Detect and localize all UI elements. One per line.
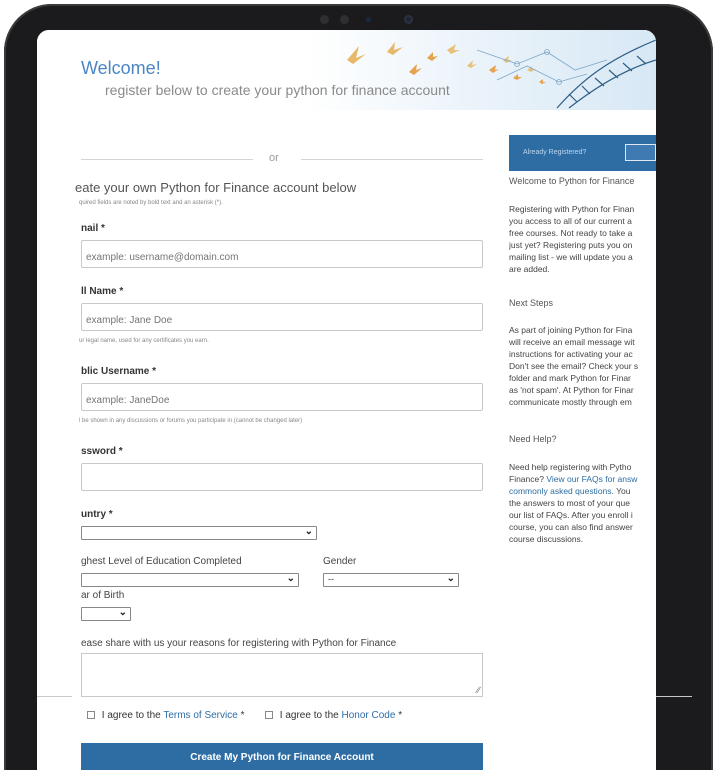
chevron-down-icon: ⌄ [286,573,295,584]
browser-screen: Welcome! register below to create your p… [37,30,656,770]
faq-link[interactable]: View our FAQs for answ [546,474,637,484]
hero-decoration-art [307,30,656,110]
or-label: or [269,152,279,164]
terms-agreement: I agree to the Terms of Service * [87,710,244,721]
welcome-heading: Welcome to Python for Finance [509,176,635,186]
text-line: as 'not spam'. At Python for Finar [509,385,634,395]
text-line: the answers to most of your que [509,498,630,508]
text-line: our list of FAQs. After you enroll i [509,510,633,520]
sign-in-button[interactable] [625,144,656,161]
camera-lens [404,15,413,24]
text-line: mailing list - we will update you a [509,252,633,262]
sensor-dot [320,15,329,24]
text-line: Registering with Python for Finan [509,204,635,214]
hero-banner: Welcome! register below to create your p… [37,30,656,110]
chevron-down-icon: ⌄ [446,573,455,584]
divider-line [301,159,483,160]
password-label: ssword * [81,446,123,457]
text-line: you access to all of our current a [509,216,632,226]
honor-required-mark: * [398,710,403,721]
page-title: Welcome! [81,58,161,78]
info-sidebar: Already Registered? Welcome to Python fo… [509,135,656,755]
full-name-help: ur legal name, used for any certificates… [79,338,209,344]
welcome-body: Registering with Python for Finan you ac… [509,203,656,275]
honor-code-link[interactable]: Honor Code [342,710,396,721]
divider-line [656,696,692,697]
led-dot [366,17,371,22]
faq-questions-link[interactable]: commonly asked questions. [509,486,614,496]
username-field[interactable] [81,383,483,411]
full-name-label: ll Name * [81,286,124,297]
country-label: untry * [81,509,113,520]
text-line: commonly asked questions. You [509,485,656,497]
already-registered-label: Already Registered? [523,149,587,156]
text-line: just yet? Registering puts you on [509,240,633,250]
reasons-label: ease share with us your reasons for regi… [81,638,397,649]
email-label: nail * [81,223,105,234]
reasons-textarea[interactable]: ∕∕ [81,653,483,697]
help-prefix: Finance? [509,474,544,484]
country-select[interactable]: ⌄ [81,526,317,540]
help-body: Need help registering with Pytho Finance… [509,461,656,545]
birth-year-select[interactable]: ⌄ [81,607,131,621]
divider-line [81,159,253,160]
next-steps-body: As part of joining Python for Fina will … [509,324,656,408]
terms-link[interactable]: Terms of Service [163,710,237,721]
text-line: Need help registering with Pytho [509,462,632,472]
education-select[interactable]: ⌄ [81,573,299,587]
gender-select[interactable]: -- ⌄ [323,573,459,587]
help-suffix: You [616,486,631,496]
required-note: quired fields are noted by bold text and… [79,200,223,206]
chevron-down-icon: ⌄ [118,607,127,618]
honor-agreement: I agree to the Honor Code * [265,710,402,721]
full-name-field[interactable] [81,303,483,331]
divider-line [37,696,72,697]
or-divider: or [81,152,483,166]
resize-handle-icon[interactable]: ∕∕ [477,685,480,695]
page-subtitle: register below to create your python for… [105,82,450,98]
username-help: l be shown in any discussions or forums … [79,418,303,424]
text-line: are added. [509,264,550,274]
text-line: course, you can also find answer [509,522,633,532]
form-section-title: eate your own Python for Finance account… [75,180,357,195]
education-label: ghest Level of Education Completed [81,556,242,567]
gender-value: -- [328,574,334,584]
text-line: will receive an email message wit [509,337,635,347]
password-field[interactable] [81,463,483,491]
terms-prefix: I agree to the [101,710,161,721]
terms-checkbox[interactable] [87,711,95,720]
email-field[interactable] [81,240,483,268]
camera-bar [320,15,420,27]
help-heading: Need Help? [509,434,557,444]
username-label: blic Username * [81,366,157,377]
terms-required-mark: * [240,710,245,721]
chevron-down-icon: ⌄ [304,526,313,537]
text-line: communicate mostly through em [509,397,632,407]
registration-form: or eate your own Python for Finance acco… [37,110,497,770]
text-line: course discussions. [509,534,584,544]
text-line: free courses. Not ready to take a [509,228,633,238]
text-line: Don't see the email? Check your s [509,361,639,371]
text-line: instructions for activating your ac [509,349,633,359]
honor-prefix: I agree to the [279,710,339,721]
text-line: folder and mark Python for Finar [509,373,631,383]
sensor-dot [340,15,349,24]
honor-checkbox[interactable] [265,711,273,720]
birth-year-label: ar of Birth [81,590,125,601]
next-steps-heading: Next Steps [509,298,554,308]
create-account-button[interactable]: Create My Python for Finance Account [81,743,483,770]
text-line: As part of joining Python for Fina [509,325,633,335]
text-line: Finance? View our FAQs for answ [509,473,656,485]
gender-label: Gender [323,556,357,567]
